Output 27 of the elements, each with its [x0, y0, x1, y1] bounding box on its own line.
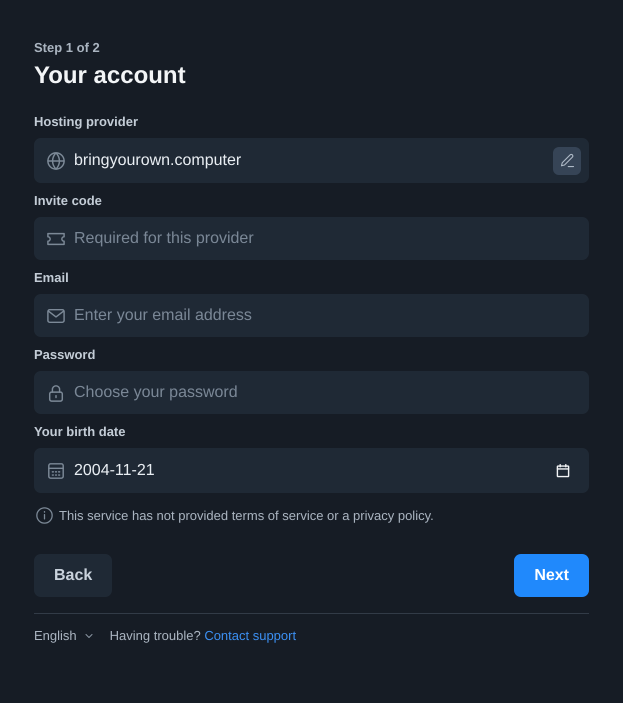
- field-label: Your birth date: [34, 424, 126, 440]
- help-text: Having trouble? Contact support: [110, 628, 296, 644]
- chevron-down-icon: [84, 631, 94, 641]
- field-label: Hosting provider: [34, 114, 140, 130]
- info-icon: [36, 507, 53, 524]
- input-field[interactable]: Choose your password: [34, 371, 589, 414]
- input-field[interactable]: Enter your email address: [34, 294, 589, 337]
- pencil-icon: [560, 153, 574, 168]
- envelope-icon: [47, 306, 65, 324]
- field-label: Password: [34, 347, 96, 363]
- calendar-icon: [47, 462, 65, 480]
- date-picker-button[interactable]: [556, 464, 570, 478]
- step-indicator: Step 1 of 2: [34, 40, 101, 56]
- back-button[interactable]: Back: [34, 554, 112, 597]
- field-label: Email: [34, 270, 70, 286]
- date-field[interactable]: 2004-11-21: [34, 448, 589, 493]
- calendar-icon: [556, 464, 570, 478]
- lock-icon: [47, 384, 65, 402]
- page-title: Your account: [34, 61, 187, 91]
- field-label: Invite code: [34, 193, 103, 209]
- input-field[interactable]: Required for this provider: [34, 217, 589, 260]
- language-selector[interactable]: English: [34, 628, 94, 644]
- notice-text: This service has not provided terms of service or a privacy policy.: [59, 508, 434, 524]
- contact-support-link[interactable]: Contact support: [204, 628, 296, 643]
- provider-field[interactable]: bringyourown.computer: [34, 138, 589, 183]
- edit-button[interactable]: [553, 146, 581, 174]
- globe-icon: [47, 152, 65, 170]
